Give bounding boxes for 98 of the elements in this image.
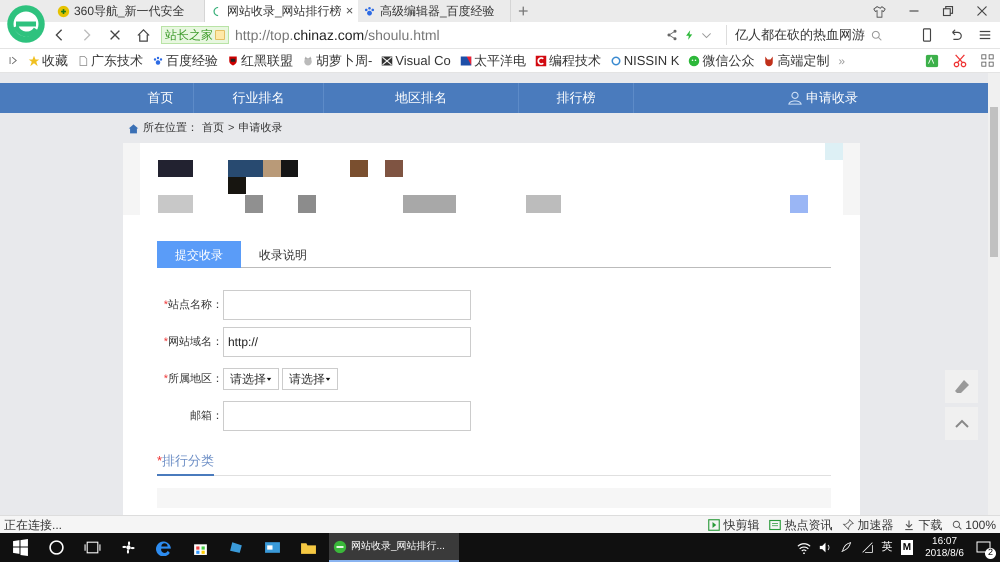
bookmark-item[interactable]: 收藏 [28,50,68,70]
card-icon [264,539,281,556]
share-icon [666,29,678,41]
bookmark-item[interactable]: 高端定制 [763,50,830,70]
breadcrumb-separator: > [228,120,234,136]
bookmark-item[interactable]: 广东技术 [77,50,143,70]
phone-icon [920,28,934,42]
input-method-indicator[interactable]: 英 [882,539,893,556]
shield-icon [227,54,239,66]
browser-tab[interactable]: 网站收录_网站排行榜 × [205,0,358,22]
pen-icon [840,541,853,554]
apply-link[interactable]: 申请收录 [788,88,858,108]
ring-icon [610,54,622,66]
lightning-icon [684,29,695,41]
paw-icon [152,54,164,66]
eraser-icon [954,378,970,394]
search-icon [48,539,65,556]
c-letter-icon [534,54,547,66]
back-to-top-button[interactable] [945,407,978,440]
taskbar-app-button[interactable]: 网站收录_网站排行... [329,533,459,562]
form-tab[interactable]: 收录说明 [241,241,325,268]
search-field[interactable]: 亿人都在砍的热血网游 [726,25,906,45]
menu-icon [978,28,992,42]
field-label: *网站域名： [162,334,223,350]
star-icon [28,54,40,66]
sidebar-toggle-icon [8,55,19,66]
dropdown-arrow-icon [266,376,272,382]
dropdown-arrow-icon [325,376,331,382]
region-dropdown[interactable]: 请选择 [223,368,279,390]
cat-icon [302,54,314,66]
user-icon [788,91,802,105]
input-field[interactable] [223,290,471,320]
bookmark-item[interactable]: 胡萝卜周- [302,50,372,70]
search-icon [871,30,882,40]
region-dropdown[interactable]: 请选择 [282,368,338,390]
paw-icon [363,4,376,18]
home-icon [136,28,151,42]
input-field[interactable]: http:// [223,327,471,357]
address-field[interactable]: http://top.chinaz.com/shoulu.html [235,24,440,46]
field-label: *所属地区： [162,372,223,387]
nav-link[interactable]: 行业排名 [194,83,324,113]
play-icon [708,518,720,530]
plus-circle-icon [57,4,70,18]
shirt-icon [873,4,886,18]
breadcrumb-label: 所在位置： [143,120,198,136]
breadcrumb-link[interactable]: 申请收录 [238,120,282,136]
input-mode-indicator[interactable]: M [900,540,914,555]
translate-icon [925,54,939,68]
close-icon [976,5,988,17]
fan-icon [120,539,137,556]
status-bar-item[interactable]: 加速器 [842,516,894,534]
browser-logo-icon [333,540,347,554]
search-icon [952,520,962,530]
breadcrumb-link[interactable]: 首页 [202,120,224,136]
stop-icon [108,28,122,42]
status-bar-item[interactable]: 热点资讯 [769,516,832,534]
new-tab-button[interactable]: + [518,1,529,21]
nav-link[interactable]: 地区排名 [324,83,519,113]
bookmark-item[interactable]: 红黑联盟 [227,50,293,70]
status-bar-item[interactable]: 快剪辑 [708,516,760,534]
pin-icon [842,518,854,530]
restore-icon [942,5,954,17]
certificate-icon [215,30,225,40]
status-text: 正在连接... [4,516,62,534]
bookmark-item[interactable]: Visual Co [381,50,451,70]
bookmark-item[interactable]: 微信公众 [688,50,754,70]
edit-button[interactable] [945,370,978,403]
zoom-level[interactable]: 100% [952,516,996,534]
windows-start-icon [12,539,29,556]
crossed-box-icon [381,54,394,66]
close-tab-button[interactable]: × [346,1,354,21]
input-field[interactable] [223,401,471,431]
page-icon [77,54,89,66]
chat-bubble-icon [688,54,700,66]
bookmark-item[interactable]: 太平洋电 [460,50,526,70]
square-icon [460,54,472,66]
nav-link[interactable]: 首页 [128,83,194,113]
apps-grid-icon [981,54,994,67]
wifi-icon [796,540,811,554]
section-title: *排行分类 [157,451,214,476]
bookmark-item[interactable]: NISSIN K [610,50,680,70]
bookmark-item[interactable]: 百度经验 [152,50,218,70]
task-view-icon [84,539,101,556]
nav-link[interactable]: 排行榜 [519,83,634,113]
speaker-icon [818,541,832,554]
scrollbar-thumb[interactable] [990,107,998,257]
clock[interactable]: 16:07 2018/8/6 [921,536,968,560]
edge-icon [156,539,173,556]
scissors-icon [953,54,967,68]
scrollbar[interactable] [988,73,1000,515]
devil-icon [763,54,776,66]
news-icon [769,518,782,530]
download-icon [903,518,916,530]
field-label: *站点名称： [162,298,223,313]
status-bar-item[interactable]: 下载 [903,516,942,534]
field-label: 邮箱： [189,408,223,424]
home-icon [128,122,139,134]
bookmark-item[interactable]: 编程技术 [534,50,601,70]
